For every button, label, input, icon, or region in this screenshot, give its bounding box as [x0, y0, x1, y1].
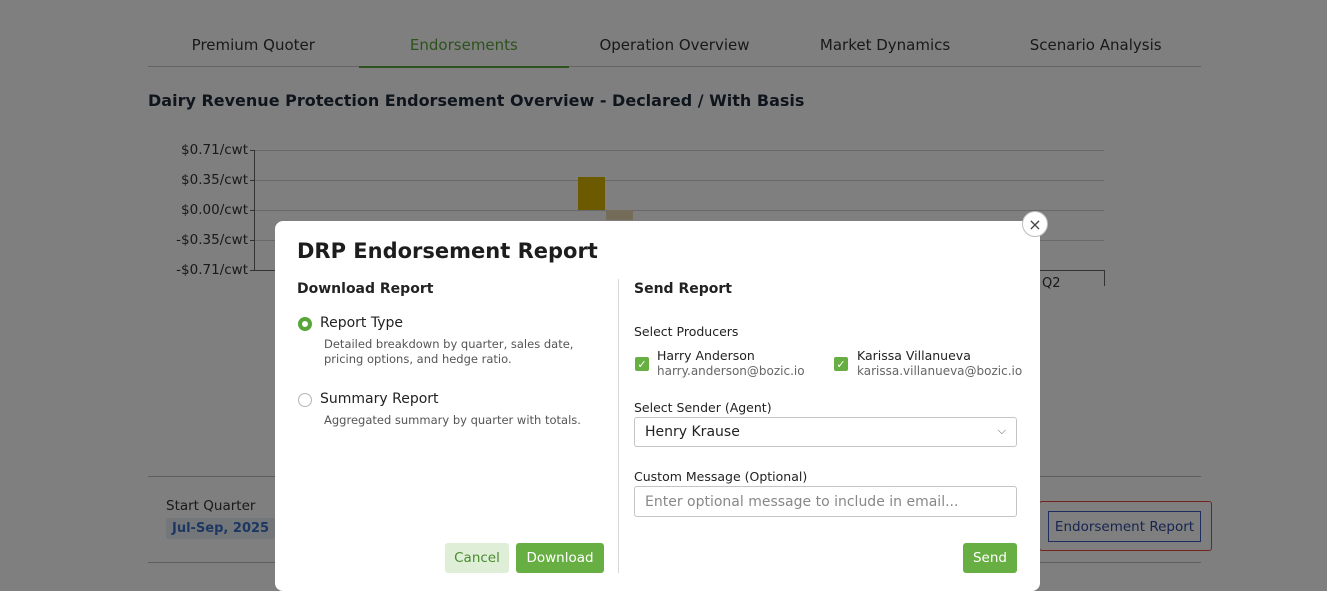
send-section-title: Send Report — [634, 281, 732, 297]
report-type-label: Report Type — [320, 315, 404, 331]
sender-select[interactable]: Henry Krause ⌵ — [634, 417, 1017, 447]
sender-select-value: Henry Krause — [645, 424, 740, 440]
download-button[interactable]: Download — [516, 543, 604, 573]
summary-report-description: Aggregated summary by quarter with total… — [324, 413, 581, 427]
app: Premium Quoter Endorsements Operation Ov… — [0, 0, 1327, 591]
summary-report-label: Summary Report — [320, 391, 439, 407]
column-divider — [618, 279, 619, 573]
close-icon[interactable]: × — [1022, 211, 1048, 237]
chevron-down-icon: ⌵ — [997, 424, 1006, 437]
send-button[interactable]: Send — [963, 543, 1017, 573]
report-type-description: Detailed breakdown by quarter, sales dat… — [324, 337, 574, 366]
producer-name: Karissa Villanueva — [857, 348, 971, 363]
cancel-button[interactable]: Cancel — [445, 543, 509, 573]
producer-checkbox[interactable]: ✓ — [834, 357, 848, 371]
producer-email: harry.anderson@bozic.io — [657, 364, 805, 378]
select-producers-label: Select Producers — [634, 324, 739, 339]
modal-title: DRP Endorsement Report — [297, 239, 598, 263]
report-type-radio[interactable] — [298, 317, 312, 331]
endorsement-report-modal: DRP Endorsement Report Download Report R… — [275, 221, 1040, 591]
producer-name: Harry Anderson — [657, 348, 755, 363]
custom-message-label: Custom Message (Optional) — [634, 469, 808, 484]
producer-email: karissa.villanueva@bozic.io — [857, 364, 1023, 378]
producer-checkbox[interactable]: ✓ — [635, 357, 649, 371]
custom-message-input[interactable] — [634, 486, 1017, 517]
download-section-title: Download Report — [297, 281, 434, 297]
select-sender-label: Select Sender (Agent) — [634, 400, 772, 415]
summary-report-radio[interactable] — [298, 393, 312, 407]
